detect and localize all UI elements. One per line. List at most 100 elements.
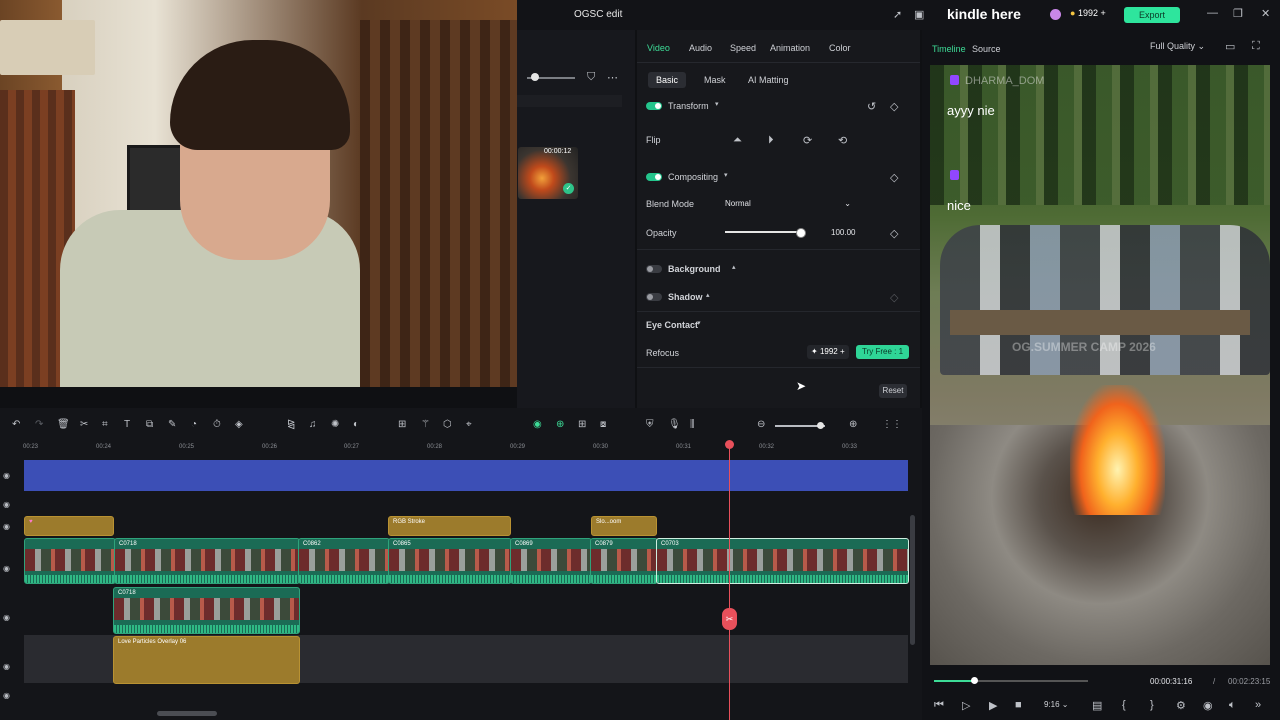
tab-timeline[interactable]: Timeline <box>932 44 966 54</box>
close-icon[interactable]: ✕ <box>1261 7 1270 20</box>
timeline-zoom-thumb[interactable] <box>817 422 824 429</box>
play-icon[interactable]: ▶ <box>989 699 997 712</box>
eye-icon[interactable]: ◉ <box>3 691 10 700</box>
rotate-ccw-icon[interactable]: ⟲ <box>838 134 847 147</box>
prev-frame-icon[interactable]: ⏮ <box>934 699 944 712</box>
video-clip-c0879[interactable]: C0879 <box>590 538 658 584</box>
refocus-credits[interactable]: ✦ 1992 + <box>807 345 849 359</box>
auto-icon[interactable]: ⊕ <box>556 419 564 430</box>
chevron-down-icon[interactable]: ▾ <box>724 171 728 179</box>
eye-icon[interactable]: ◉ <box>3 564 10 573</box>
magic-icon[interactable]: ⚚ <box>421 419 430 430</box>
mark-out-icon[interactable]: } <box>1150 699 1154 711</box>
tab-source[interactable]: Source <box>972 44 1001 54</box>
playhead-handle[interactable] <box>725 440 734 449</box>
filter-icon[interactable]: ⛉ <box>587 71 595 84</box>
effects-icon[interactable]: ✺ <box>331 419 339 430</box>
ratio-select[interactable]: 9:16 ⌄ <box>1044 700 1069 709</box>
shadow-toggle[interactable] <box>646 293 662 301</box>
keyframe-icon[interactable]: ◇ <box>890 171 898 184</box>
tab-audio[interactable]: Audio <box>689 43 712 53</box>
chevron-down-icon[interactable]: ▾ <box>715 100 719 108</box>
zoom-out-icon[interactable]: ⊖ <box>757 419 765 430</box>
video-clip-c0865[interactable]: C0865 <box>388 538 512 584</box>
restore-icon[interactable]: ❐ <box>1233 7 1243 20</box>
shield-icon[interactable]: ⛨ <box>646 419 654 430</box>
save-icon[interactable]: ▣ <box>914 8 924 21</box>
render-icon[interactable]: ⧇ <box>600 419 606 430</box>
reset-button[interactable]: Reset <box>879 384 907 398</box>
minimize-icon[interactable]: — <box>1207 7 1218 19</box>
ai-icon[interactable]: ✎ <box>168 419 176 430</box>
grid-icon[interactable]: ⋮⋮ <box>882 419 902 430</box>
quality-select[interactable]: Full Quality ⌄ <box>1150 41 1205 52</box>
zoom-in-icon[interactable]: ⊕ <box>849 419 857 430</box>
video-clip[interactable] <box>24 538 116 584</box>
chevron-down-icon[interactable]: ▾ <box>697 319 701 327</box>
video-clip-c0869[interactable]: C0869 <box>510 538 592 584</box>
playback-progress[interactable] <box>934 680 1088 682</box>
mask-icon[interactable]: ⬡ <box>443 419 452 430</box>
more-icon[interactable]: ⋯ <box>607 71 618 84</box>
overlay-clip-love-particles[interactable]: Love Particles Overlay 06 <box>113 636 300 684</box>
text-icon[interactable]: T <box>124 419 130 430</box>
opacity-slider[interactable] <box>725 231 801 233</box>
subtab-mask[interactable]: Mask <box>696 72 734 88</box>
zoom-slider-thumb[interactable] <box>531 73 539 81</box>
tab-animation[interactable]: Animation <box>770 43 810 53</box>
vertical-scrollbar[interactable] <box>910 515 915 645</box>
subtab-ai-matting[interactable]: AI Matting <box>740 72 797 88</box>
subtab-basic[interactable]: Basic <box>648 72 687 88</box>
send-icon[interactable]: ➚ <box>893 8 902 21</box>
playback-progress-thumb[interactable] <box>971 677 978 684</box>
credits-badge[interactable]: ● 1992 + <box>1070 8 1106 18</box>
rotate-cw-icon[interactable]: ⟳ <box>803 134 812 147</box>
tab-speed[interactable]: Speed <box>730 43 756 53</box>
expand-icon[interactable]: » <box>1255 699 1261 711</box>
eye-icon[interactable]: ◉ <box>3 500 10 509</box>
blend-mode-select[interactable]: Normal ⌄ <box>725 196 859 211</box>
keyframe-icon[interactable]: ◇ <box>890 291 898 304</box>
snap-icon[interactable]: ⊞ <box>398 419 406 430</box>
eye-icon[interactable]: ◉ <box>3 471 10 480</box>
video-clip-c0862[interactable]: C0862 <box>298 538 390 584</box>
video-clip-c0718-overlay[interactable]: C0718 <box>113 587 300 634</box>
chevron-up-icon[interactable]: ▴ <box>706 291 710 299</box>
tab-color[interactable]: Color <box>829 43 851 53</box>
compositing-toggle[interactable] <box>646 173 662 181</box>
effect-clip-slo-zoom[interactable]: Slo...oom <box>591 516 657 536</box>
speed-icon[interactable]: ◔ <box>191 419 197 430</box>
layout-icon[interactable]: ⛶ <box>1252 40 1260 53</box>
mic-icon[interactable]: 🎙︎ <box>668 419 681 430</box>
video-clip-c0703[interactable]: C0703 <box>656 538 909 584</box>
audio-icon[interactable]: ♫ <box>309 419 317 430</box>
tab-video[interactable]: Video <box>647 43 670 53</box>
split-icon[interactable]: ⧎ <box>287 419 295 430</box>
flip-horizontal-icon[interactable]: ⏶ <box>733 134 742 147</box>
effect-clip-rgb-stroke[interactable]: RGB Stroke <box>388 516 511 536</box>
chevron-up-icon[interactable]: ▴ <box>732 263 736 271</box>
crop-icon[interactable]: ⌗ <box>102 419 108 430</box>
export-button[interactable]: Export <box>1124 7 1180 23</box>
undo-icon[interactable]: ↶ <box>12 419 20 430</box>
video-clip-c0718[interactable]: C0718 <box>114 538 300 584</box>
split-scissors-icon[interactable]: ✂ <box>722 608 737 630</box>
playhead[interactable] <box>729 444 730 720</box>
opacity-value[interactable]: 100.00 <box>831 228 855 237</box>
stop-icon[interactable]: ■ <box>1015 699 1022 711</box>
settings-icon[interactable]: ⚙ <box>1176 699 1186 712</box>
opacity-slider-thumb[interactable] <box>796 228 806 238</box>
media-thumbnail[interactable]: 00:00:12 ✓ <box>518 147 578 199</box>
add-track-icon[interactable]: ⊞ <box>578 419 586 430</box>
timer-icon[interactable]: ⏱ <box>213 419 221 430</box>
reset-transform-icon[interactable]: ↺ <box>867 100 876 113</box>
eye-icon[interactable]: ◉ <box>3 613 10 622</box>
color-icon[interactable]: ◐ <box>353 419 359 430</box>
keyframe-icon[interactable]: ◇ <box>890 100 898 113</box>
adjustment-clip[interactable] <box>24 460 908 491</box>
mixer-icon[interactable]: ⫼ <box>690 419 695 430</box>
snapshot-icon[interactable]: ▤ <box>1092 699 1102 712</box>
cut-icon[interactable]: ✂ <box>80 419 88 430</box>
camera-icon[interactable]: ◉ <box>1203 699 1213 712</box>
delete-icon[interactable]: 🗑︎ <box>57 419 70 430</box>
